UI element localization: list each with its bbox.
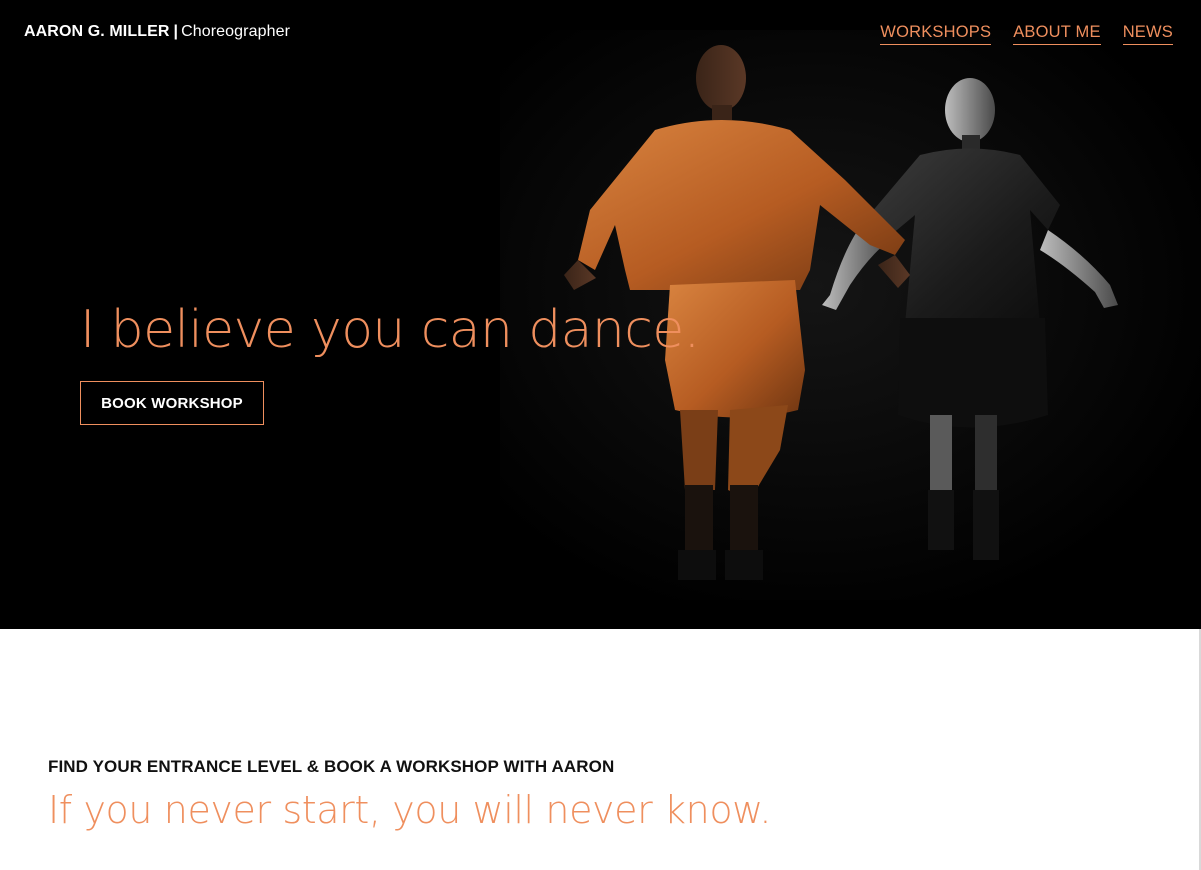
nav-link-about-me[interactable]: ABOUT ME [1013, 23, 1101, 45]
nav-link-news[interactable]: NEWS [1122, 23, 1173, 45]
brand-separator: | [173, 23, 179, 40]
section-title: If you never start, you will never know. [48, 788, 772, 832]
book-workshop-button[interactable]: BOOK WORKSHOP [80, 381, 264, 425]
hero-title: I believe you can dance. [80, 300, 700, 360]
brand-name: AARON G. MILLER [24, 23, 170, 40]
hero-section: AARON G. MILLER | Choreographer WORKSHOPS … [0, 0, 1201, 629]
section-kicker: FIND YOUR ENTRANCE LEVEL & BOOK A WORKSH… [48, 757, 615, 776]
nav-link-workshops[interactable]: WORKSHOPS [880, 23, 992, 45]
brand-role: Choreographer [181, 23, 291, 40]
main-nav: WORKSHOPS ABOUT ME NEWS [880, 23, 1173, 45]
brand-logo[interactable]: AARON G. MILLER | Choreographer [24, 23, 290, 41]
